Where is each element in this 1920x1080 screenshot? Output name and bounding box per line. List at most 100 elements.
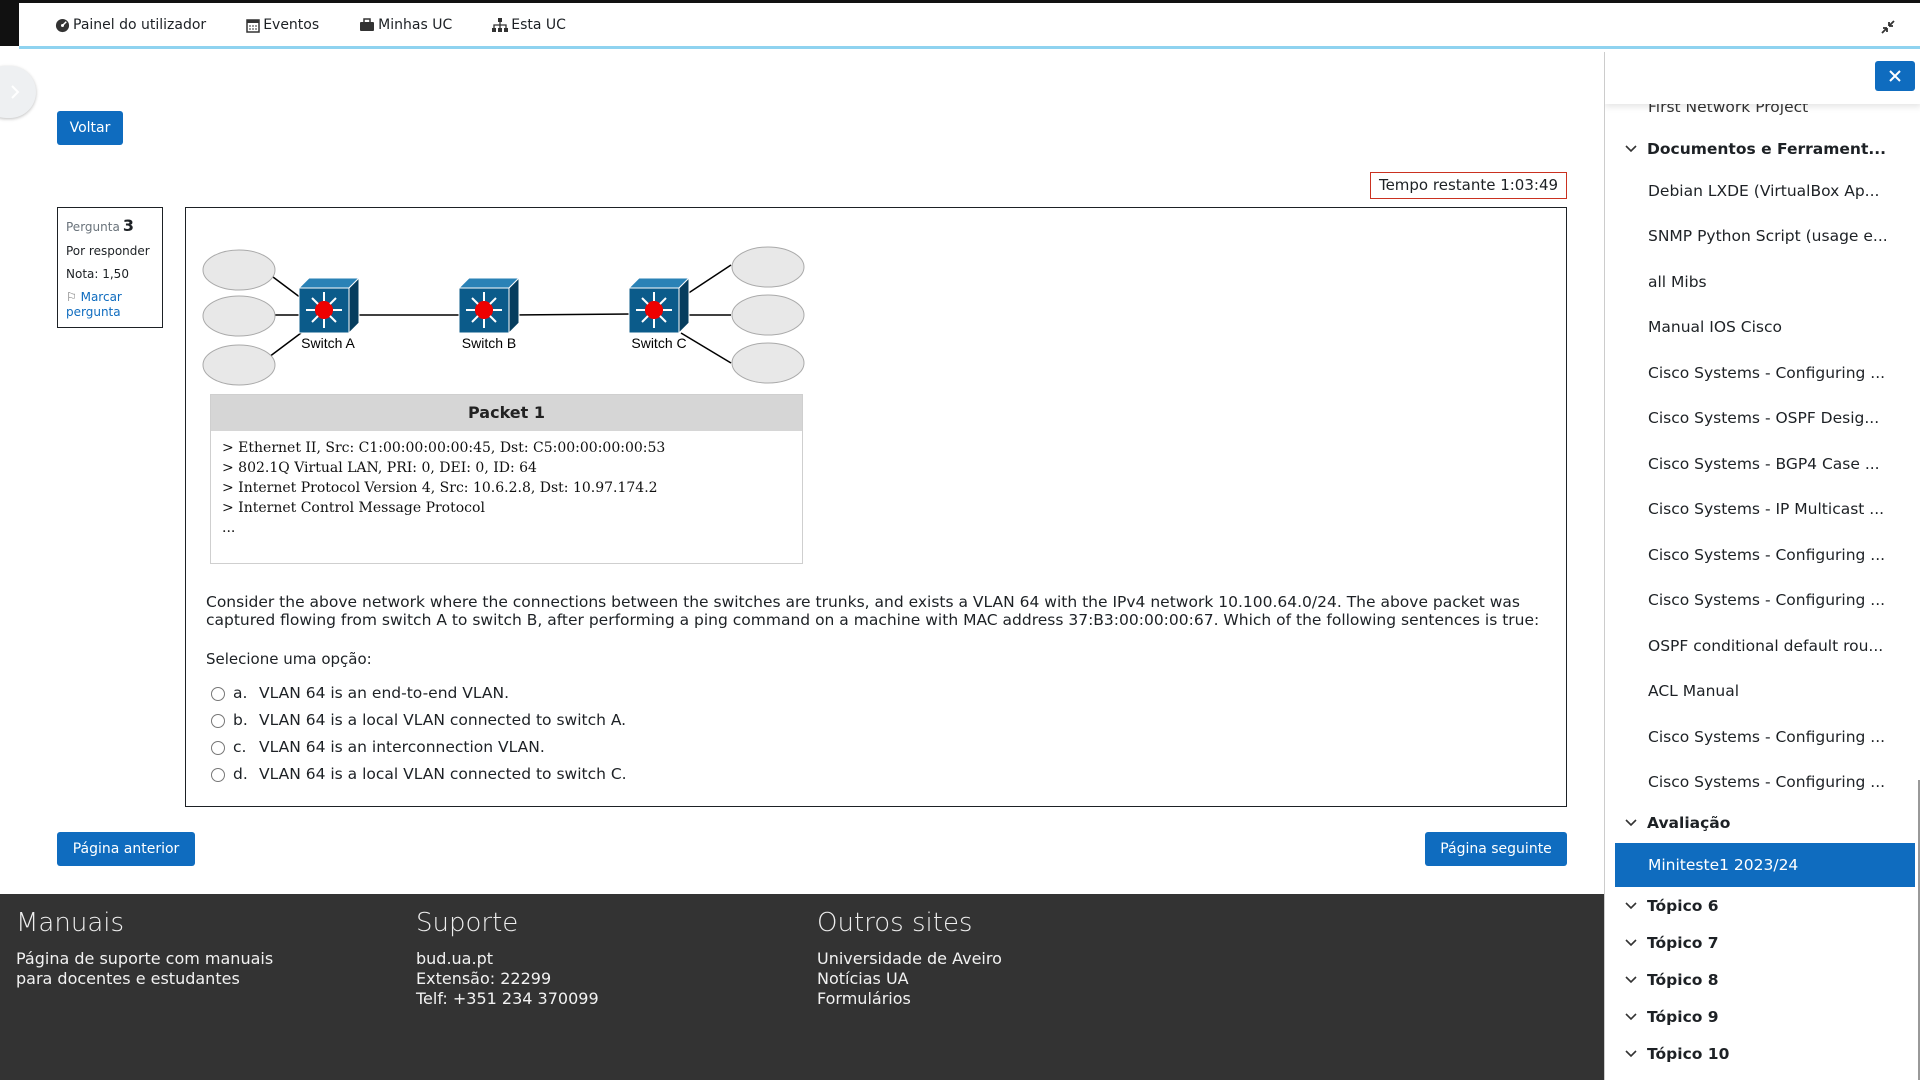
section-topic-7[interactable]: Tópico 7 [1625,934,1719,952]
course-index-drawer: First Network Project Documentos e Ferra… [1604,52,1920,1080]
drawer-header [1605,52,1920,104]
course-item[interactable]: Cisco Systems - IP Multicast ... [1648,500,1884,518]
option-text: VLAN 64 is an interconnection VLAN. [259,737,545,756]
section-topic-8[interactable]: Tópico 8 [1625,971,1719,989]
footer-other-sites: Outros sites Universidade de Aveiro Notí… [817,908,1002,1009]
footer-manuals-link[interactable]: Página de suporte com manuais para docent… [16,949,273,989]
course-item[interactable]: Debian LXDE (VirtualBox Ap... [1648,182,1879,200]
top-navbar: Painel do utilizador Eventos Minhas UC E… [0,0,1920,49]
question-number-value: 3 [122,216,134,235]
calendar-icon [246,18,260,33]
network-diagram: Switch A Switch B Switch C [202,246,805,386]
chevron-down-icon [1625,939,1637,947]
nav-events-label: Eventos [263,17,320,33]
chevron-down-icon [1625,1013,1637,1021]
packet-line: > Internet Protocol Version 4, Src: 10.6… [222,480,658,496]
footer-link-forms[interactable]: Formulários [817,989,1002,1009]
course-item[interactable]: Cisco Systems - Configuring ... [1648,546,1885,564]
page-footer: Manuais Página de suporte com manuais par… [0,894,1604,1080]
footer-support-title: Suporte [416,908,519,938]
open-course-index-button[interactable] [0,66,36,118]
close-drawer-button[interactable] [1875,61,1915,91]
nav-my-courses[interactable]: Minhas UC [359,17,452,33]
packet-line: ... [222,520,236,536]
switch-label-a: Switch A [301,335,355,351]
course-item[interactable]: Cisco Systems - Configuring ... [1648,728,1885,746]
nav-this-course-label: Esta UC [511,17,566,33]
course-item[interactable]: Cisco Systems - Configuring ... [1648,364,1885,382]
question-info-box: Pergunta 3 Por responder Nota: 1,50 ⚐ Mar… [57,207,163,328]
radio-button[interactable] [211,768,225,782]
question-label: Pergunta [66,220,120,234]
chevron-down-icon [1625,976,1637,984]
navbar-accent-line [19,46,1920,49]
section-evaluation-label: Avaliação [1647,814,1731,832]
footer-support-web[interactable]: bud.ua.pt [416,949,599,969]
question-state: Por responder [66,244,150,258]
section-topic-9[interactable]: Tópico 9 [1625,1008,1719,1026]
section-topic-label: Tópico 10 [1647,1045,1730,1063]
footer-other-title: Outros sites [817,908,973,938]
course-item[interactable]: Cisco Systems - BGP4 Case ... [1648,455,1880,473]
option-letter: c. [233,737,247,756]
collapse-icon[interactable] [1880,19,1896,35]
footer-support-extension: Extensão: 22299 [416,969,552,988]
course-item[interactable]: SNMP Python Script (usage e... [1648,227,1888,245]
time-remaining: Tempo restante 1:03:49 [1370,172,1567,199]
packet-capture: Packet 1 > Ethernet II, Src: C1:00:00:00… [210,394,803,564]
answer-option-b[interactable]: b. VLAN 64 is a local VLAN connected to … [211,706,627,733]
section-topic-6[interactable]: Tópico 6 [1625,897,1719,915]
switch-a-icon [298,277,360,334]
section-evaluation[interactable]: Avaliação [1625,814,1730,832]
back-button[interactable]: Voltar [57,111,123,145]
switch-c-icon [628,277,690,334]
option-text: VLAN 64 is an end-to-end VLAN. [259,683,510,702]
radio-button[interactable] [211,714,225,728]
nav-this-course[interactable]: Esta UC [492,17,566,33]
question-grade: Nota: 1,50 [66,267,129,281]
question-number: Pergunta 3 [66,216,154,235]
footer-link-ua[interactable]: Universidade de Aveiro [817,949,1002,969]
chevron-down-icon [1625,1050,1637,1058]
packet-line: > Internet Control Message Protocol [222,500,485,516]
section-documents[interactable]: Documentos e Ferrament... [1625,140,1886,158]
section-topic-label: Tópico 9 [1647,1008,1719,1026]
next-page-button[interactable]: Página seguinte [1425,832,1567,866]
nav-my-courses-label: Minhas UC [378,17,453,33]
section-topic-label: Tópico 6 [1647,897,1719,915]
footer-link-news[interactable]: Notícias UA [817,969,1002,989]
course-item[interactable]: ACL Manual [1648,682,1739,700]
window-edge [0,3,19,46]
course-item[interactable]: Cisco Systems - Configuring ... [1648,773,1885,791]
flag-icon: ⚐ [66,290,77,304]
course-item[interactable]: Cisco Systems - Configuring ... [1648,591,1885,609]
course-item[interactable]: OSPF conditional default rou... [1648,637,1883,655]
answer-option-d[interactable]: d. VLAN 64 is a local VLAN connected to … [211,760,627,787]
active-course-item[interactable]: Miniteste1 2023/24 [1615,843,1915,887]
packet-line: > Ethernet II, Src: C1:00:00:00:00:45, D… [222,440,666,456]
course-item[interactable]: Cisco Systems - OSPF Desig... [1648,409,1879,427]
section-topic-label: Tópico 7 [1647,934,1719,952]
section-documents-label: Documentos e Ferrament... [1647,140,1887,158]
answer-prompt: Selecione uma opção: [206,650,372,668]
nav-dashboard[interactable]: Painel do utilizador [55,17,206,33]
nav-events[interactable]: Eventos [246,17,319,33]
briefcase-icon [360,18,375,31]
course-item[interactable]: Manual IOS Cisco [1648,318,1782,336]
option-letter: b. [233,710,248,729]
footer-support-phone: Telf: +351 234 370099 [416,989,599,1008]
course-item[interactable]: all Mibs [1648,273,1707,291]
radio-button[interactable] [211,741,225,755]
packet-details: > Ethernet II, Src: C1:00:00:00:00:45, D… [211,431,802,545]
radio-button[interactable] [211,687,225,701]
answer-option-a[interactable]: a. VLAN 64 is an end-to-end VLAN. [211,679,627,706]
sitemap-icon [492,18,509,32]
packet-line: > 802.1Q Virtual LAN, PRI: 0, DEI: 0, ID… [222,460,537,476]
answer-option-c[interactable]: c. VLAN 64 is an interconnection VLAN. [211,733,627,760]
option-text: VLAN 64 is a local VLAN connected to swi… [259,710,627,729]
flag-question-link[interactable]: ⚐ Marcar pergunta [66,290,154,320]
previous-page-button[interactable]: Página anterior [57,832,195,866]
option-letter: a. [233,683,248,702]
section-topic-10[interactable]: Tópico 10 [1625,1045,1729,1063]
packet-title: Packet 1 [211,395,802,431]
